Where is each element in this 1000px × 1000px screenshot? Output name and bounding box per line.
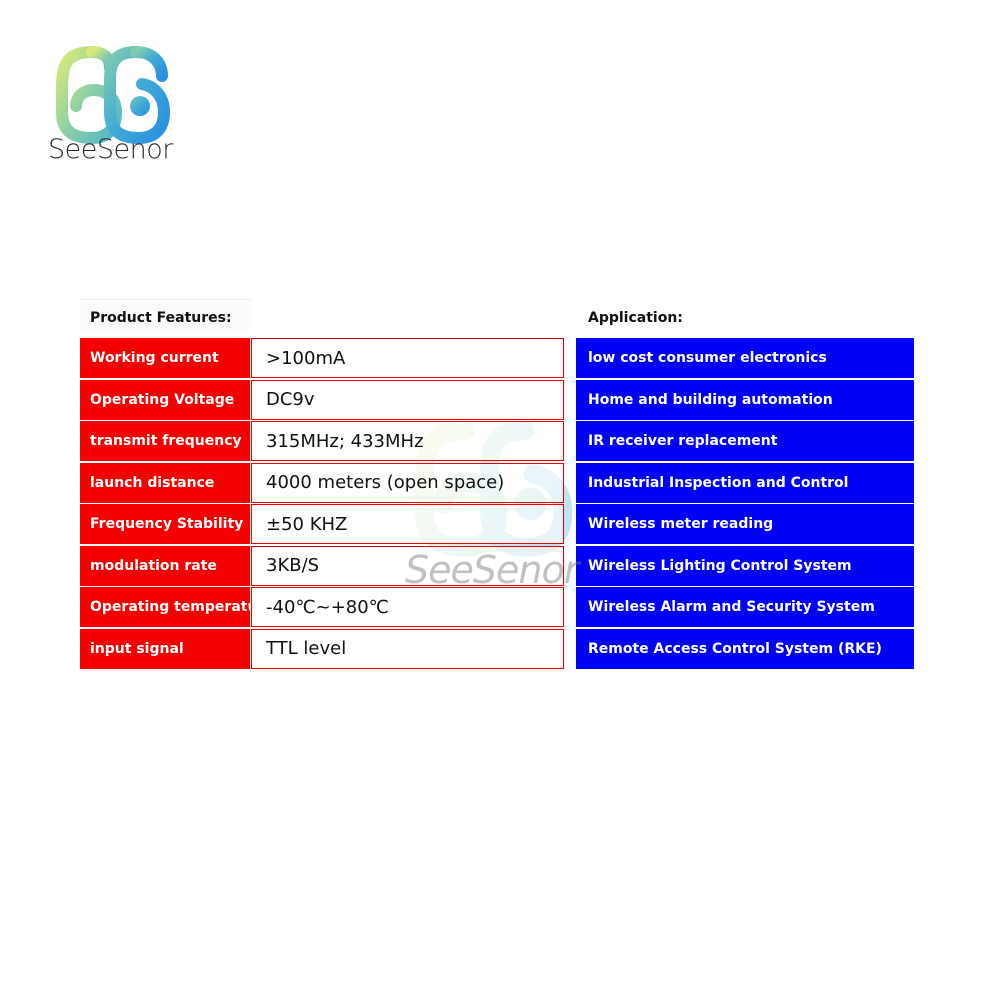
list-item: Industrial Inspection and Control [576,462,914,503]
application-list: low cost consumer electronics Home and b… [576,338,914,670]
feature-value: -40℃~+80℃ [251,587,564,627]
feature-label: Working current [80,338,250,378]
feature-label: launch distance [80,462,250,503]
list-item: IR receiver replacement [576,421,914,461]
feature-value: >100mA [251,338,564,378]
table-row: Working current >100mA [80,338,564,378]
feature-label: input signal [80,628,250,669]
brand-name: SeeSenor [48,134,173,165]
feature-label: Frequency Stability [80,504,250,544]
feature-label: transmit frequency [80,421,250,461]
features-table: Working current >100mA Operating Voltage… [80,338,564,670]
feature-value: TTL level [251,628,564,669]
table-row: modulation rate 3KB/S [80,545,564,586]
feature-value: 3KB/S [251,545,564,586]
feature-value: 315MHz; 433MHz [251,421,564,461]
list-item: Wireless Lighting Control System [576,545,914,586]
feature-label: Operating Voltage [80,379,250,420]
table-row: Operating Voltage DC9v [80,379,564,420]
features-title: Product Features: [90,310,232,326]
list-item: Wireless Alarm and Security System [576,587,914,627]
feature-value: ±50 KHZ [251,504,564,544]
feature-value: DC9v [251,379,564,420]
feature-label: modulation rate [80,545,250,586]
table-row: launch distance 4000 meters (open space) [80,462,564,503]
feature-value: 4000 meters (open space) [251,462,564,503]
list-item: Remote Access Control System (RKE) [576,628,914,669]
feature-label: Operating temperature [80,587,274,627]
list-item: Home and building automation [576,379,914,420]
table-row: input signal TTL level [80,628,564,669]
list-item: Wireless meter reading [576,504,914,544]
list-item: low cost consumer electronics [576,338,914,378]
table-row: Frequency Stability ±50 KHZ [80,504,564,544]
table-row: transmit frequency 315MHz; 433MHz [80,421,564,461]
application-title: Application: [588,310,683,326]
table-row: Operating temperature -40℃~+80℃ [80,587,564,627]
